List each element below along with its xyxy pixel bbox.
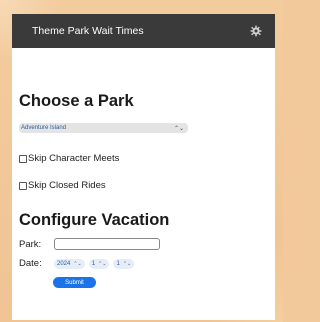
- configure-vacation-heading: Configure Vacation: [19, 211, 170, 229]
- day-value: 1: [116, 260, 120, 267]
- skip-character-meets-label: Skip Character Meets: [28, 153, 120, 164]
- month-value: 1: [91, 260, 96, 267]
- gear-icon-graphic: [250, 25, 262, 37]
- choose-park-heading: Choose a Park: [19, 92, 134, 110]
- app-title: Theme Park Wait Times: [32, 25, 144, 37]
- date-picker: 2024 ⌃⌄ 1 ⌃⌄ 1 ⌃⌄: [54, 258, 135, 269]
- park-select-value: Adventure Island: [21, 125, 67, 131]
- chevron-updown-icon: ⌃⌄: [98, 260, 107, 267]
- skip-closed-rides-label: Skip Closed Rides: [28, 180, 106, 191]
- chevron-updown-icon: ⌃⌄: [73, 260, 82, 267]
- park-field-label: Park:: [19, 238, 42, 250]
- app-header: Theme Park Wait Times: [12, 14, 275, 48]
- skip-character-meets-checkbox[interactable]: [19, 154, 27, 163]
- skip-closed-rides-option[interactable]: Skip Closed Rides: [19, 180, 268, 191]
- year-value: 2024: [57, 260, 71, 267]
- skip-character-meets-option[interactable]: Skip Character Meets: [19, 153, 268, 164]
- year-select[interactable]: 2024 ⌃⌄: [54, 258, 85, 269]
- gear-icon[interactable]: [249, 24, 263, 38]
- park-select[interactable]: Adventure Island ⌃⌄: [19, 123, 188, 133]
- day-select[interactable]: 1 ⌃⌄: [113, 258, 135, 269]
- skip-closed-rides-checkbox[interactable]: [19, 181, 27, 190]
- chevron-updown-icon: ⌃⌄: [173, 125, 184, 132]
- date-field-row: Date: 2024 ⌃⌄ 1 ⌃⌄ 1 ⌃⌄: [19, 258, 268, 269]
- park-input[interactable]: [54, 238, 160, 250]
- main-content: Choose a Park Adventure Island ⌃⌄ Skip C…: [12, 92, 275, 288]
- chevron-updown-icon: ⌃⌄: [122, 260, 132, 267]
- app-card: Theme Park Wait Times Choose a Park Adve…: [12, 14, 275, 320]
- park-field-row: Park:: [19, 238, 268, 250]
- submit-button[interactable]: Submit: [53, 277, 96, 288]
- month-select[interactable]: 1 ⌃⌄: [88, 258, 110, 269]
- date-field-label: Date:: [19, 258, 42, 269]
